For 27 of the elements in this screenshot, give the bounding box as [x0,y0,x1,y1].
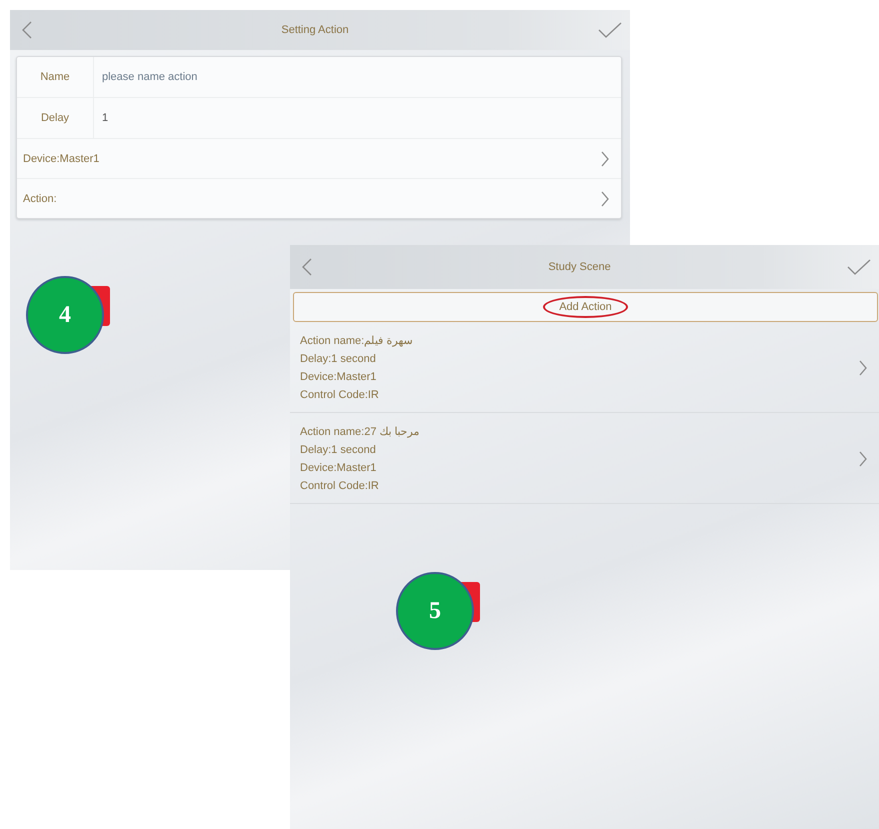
action-detail: Delay:1 second [300,352,377,367]
list-item[interactable]: Action: [17,179,621,218]
screen-title: Study Scene [548,261,611,273]
chevron-right-icon[interactable] [601,190,609,206]
add-action-button[interactable]: Add Action [293,292,878,322]
action-detail: Delay:1 second [300,443,377,458]
input-field[interactable]: please name action [94,57,621,97]
back-icon[interactable] [22,21,32,39]
checkmark-icon[interactable] [598,22,622,38]
action-detail: Device:Master1 [300,461,378,476]
step-badge: 4 [26,276,104,354]
action-detail: Action name:سهرة فيلم [300,334,412,349]
action-detail: Device:Master1 [300,370,378,385]
back-icon[interactable] [302,258,312,276]
screen-title: Setting Action [281,24,349,36]
action-detail: Control Code:IR [300,388,380,403]
step-badge: 5 [396,572,474,650]
chevron-right-icon[interactable] [859,451,867,467]
field-label: Name [17,57,94,97]
action-detail: Control Code:IR [300,479,380,494]
chevron-right-icon[interactable] [859,360,867,376]
list-item[interactable]: Device:Master1 [17,139,621,179]
checkmark-icon[interactable] [847,259,871,275]
action-detail: Action name:مرحبا بك 27 [300,425,420,440]
field-label: Delay [17,98,94,138]
input-field[interactable]: 1 [94,98,621,138]
chevron-right-icon[interactable] [601,150,609,166]
